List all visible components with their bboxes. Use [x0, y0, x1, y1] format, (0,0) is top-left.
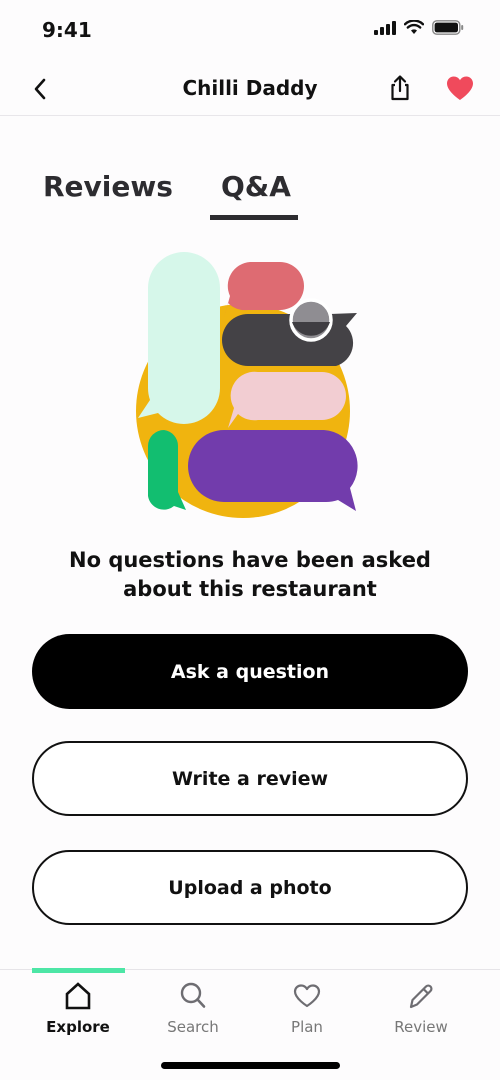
active-tab-indicator [32, 968, 125, 973]
bottom-tab-review[interactable]: Review [366, 980, 476, 1036]
heart-outline-icon [293, 984, 321, 1008]
tab-reviews[interactable]: Reviews [43, 170, 173, 203]
bottom-tab-review-label: Review [394, 1018, 448, 1036]
pencil-icon [409, 984, 433, 1009]
bottom-tab-search-label: Search [167, 1018, 219, 1036]
wifi-icon [404, 20, 424, 34]
bottom-tab-search[interactable]: Search [138, 980, 248, 1036]
status-bar: 9:41 [0, 0, 500, 60]
illustration-mint-bubble [138, 252, 220, 425]
chat-bubbles-illustration [130, 248, 370, 518]
ask-question-label: Ask a question [170, 660, 330, 683]
bottom-tab-plan[interactable]: Plan [252, 980, 362, 1036]
empty-state-line-1: No questions have been asked [69, 548, 431, 572]
status-icons [374, 20, 464, 35]
home-indicator [161, 1062, 340, 1069]
empty-state-line-2: about this restaurant [123, 577, 377, 601]
favorite-button[interactable] [444, 72, 476, 104]
write-review-button[interactable]: Write a review [32, 741, 468, 816]
bottom-tab-explore[interactable]: Explore [23, 980, 133, 1036]
tab-qa[interactable]: Q&A [221, 170, 291, 203]
page-title: Chilli Daddy [182, 76, 318, 100]
bottom-tab-explore-label: Explore [46, 1018, 110, 1036]
search-icon [180, 982, 206, 1008]
illustration-purple-bubble [188, 430, 358, 511]
heart-filled-icon [447, 76, 473, 100]
share-button[interactable] [384, 72, 416, 104]
home-icon [65, 982, 91, 1010]
upload-photo-label: Upload a photo [168, 876, 332, 899]
ask-question-button[interactable]: Ask a question [32, 634, 468, 709]
cellular-signal-icon [374, 20, 396, 35]
empty-state-message: No questions have been asked about this … [0, 546, 500, 604]
nav-bar: Chilli Daddy [0, 60, 500, 116]
content-tabs: Reviews Q&A [0, 170, 500, 222]
upload-photo-button[interactable]: Upload a photo [32, 850, 468, 925]
share-icon [391, 75, 409, 101]
active-tab-underline [210, 215, 298, 220]
status-time: 9:41 [42, 18, 92, 42]
write-review-label: Write a review [171, 767, 329, 790]
battery-icon [432, 20, 464, 35]
bottom-tab-plan-label: Plan [291, 1018, 323, 1036]
